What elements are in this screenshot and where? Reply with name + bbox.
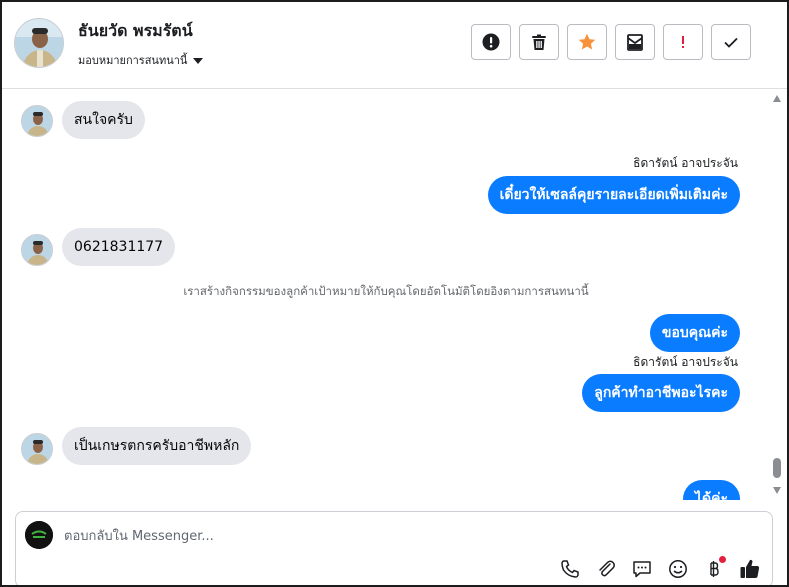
exclamation-icon: [682, 36, 684, 48]
caret-down-icon: [193, 57, 204, 64]
checkmark-icon: [724, 37, 738, 48]
payment-button[interactable]: [702, 556, 726, 581]
contact-avatar-small[interactable]: [21, 234, 53, 266]
follow-up-button[interactable]: [567, 24, 607, 60]
mark-unread-button[interactable]: [615, 24, 655, 60]
chat-bubble-icon: [633, 561, 651, 578]
messenger-window: ธันยวัด พรมรัตน์ มอบหมายการสนทนานี้ สนใจ…: [0, 0, 789, 587]
sender-name: ธิดารัตน์ อาจประจัน: [633, 355, 738, 369]
attach-button[interactable]: [594, 557, 618, 581]
star-icon: [578, 33, 596, 50]
reply-composer: [15, 511, 773, 585]
contact-name[interactable]: ธันยวัด พรมรัตน์: [78, 19, 193, 44]
sender-name: ธิดารัตน์ อาจประจัน: [633, 156, 738, 170]
thumbs-up-icon: [740, 559, 760, 578]
contact-avatar[interactable]: [14, 18, 64, 68]
incoming-message[interactable]: 0621831177: [62, 228, 176, 266]
page-avatar: [25, 521, 53, 549]
incoming-message[interactable]: สนใจครับ: [62, 101, 145, 139]
trash-icon: [532, 34, 546, 50]
priority-button[interactable]: [663, 24, 703, 60]
conversation-header: ธันยวัด พรมรัตน์ มอบหมายการสนทนานี้: [2, 2, 787, 89]
emoji-button[interactable]: [666, 557, 690, 581]
alert-circle-icon: [482, 33, 500, 51]
scrollbar-thumb[interactable]: [773, 458, 781, 478]
mark-unread-icon: [627, 34, 643, 51]
system-notice: เราสร้างกิจกรรมของลูกค้าเป้าหมายให้กับคุ…: [183, 284, 589, 298]
outgoing-message[interactable]: ขอบคุณค่ะ: [649, 314, 740, 352]
paperclip-icon: [599, 560, 615, 577]
delete-button[interactable]: [519, 24, 559, 60]
scroll-down-arrow-icon[interactable]: [773, 487, 781, 494]
message-list[interactable]: สนใจครับ ธิดารัตน์ อาจประจัน เดี๋ยวให้เซ…: [2, 90, 770, 500]
saved-replies-button[interactable]: [630, 557, 654, 581]
outgoing-message[interactable]: เดี๋ยวให้เซลล์คุยรายละเอียดเพิ่มเติมค่ะ: [487, 176, 740, 214]
composer-tools: [558, 556, 762, 581]
phone-icon: [561, 560, 579, 578]
scroll-up-arrow-icon[interactable]: [773, 95, 781, 102]
conversation-actions: [471, 24, 751, 60]
reply-input[interactable]: [64, 524, 564, 548]
done-button[interactable]: [711, 24, 751, 60]
contact-avatar-small[interactable]: [21, 105, 53, 137]
message-scrollbar[interactable]: [769, 90, 785, 500]
like-button[interactable]: [738, 557, 762, 581]
call-button[interactable]: [558, 557, 582, 581]
assign-conversation-dropdown[interactable]: มอบหมายการสนทนานี้: [78, 51, 204, 69]
assign-conversation-label: มอบหมายการสนทนานี้: [78, 54, 188, 67]
spam-button[interactable]: [471, 24, 511, 60]
outgoing-message[interactable]: ลูกค้าทำอาชีพอะไรคะ: [582, 374, 740, 412]
incoming-message[interactable]: เป็นเกษรตกรครับอาชีพหลัก: [62, 427, 252, 465]
outgoing-message[interactable]: ได้ค่ะ: [682, 480, 740, 500]
contact-avatar-small[interactable]: [21, 433, 53, 465]
notification-dot: [719, 556, 726, 563]
smiley-icon: [669, 560, 687, 578]
